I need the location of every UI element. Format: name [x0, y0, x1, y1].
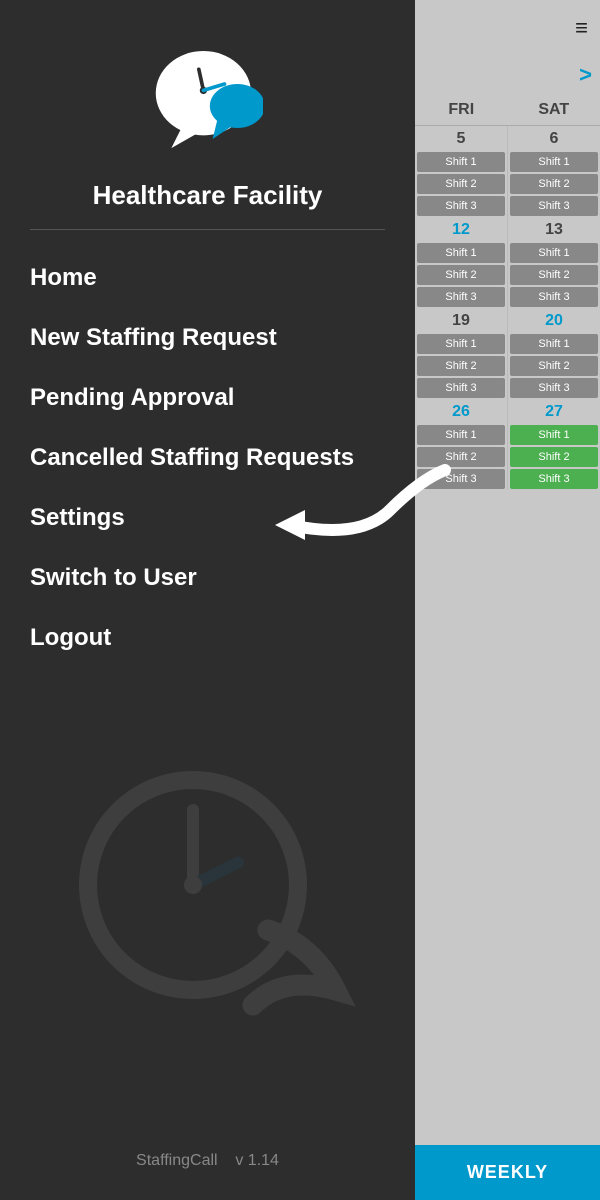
cal-date-3-0: 26	[415, 399, 507, 424]
cal-shift-3-1-1[interactable]: Shift 2	[510, 447, 598, 467]
cal-shift-2-1-2[interactable]: Shift 3	[510, 378, 598, 398]
sidebar-item-cancelled-staffing-requests[interactable]: Cancelled Staffing Requests	[0, 428, 415, 488]
sidebar-item-switch-to-user[interactable]: Switch to User	[0, 548, 415, 608]
app-layout: Healthcare Facility Home New Staffing Re…	[0, 0, 600, 1200]
sidebar-item-home[interactable]: Home	[0, 248, 415, 308]
calendar-week-3: 26Shift 1Shift 2Shift 327Shift 1Shift 2S…	[415, 399, 600, 490]
cal-shift-0-0-0[interactable]: Shift 1	[417, 152, 505, 172]
col-header-sat: SAT	[508, 95, 600, 125]
weekly-tab[interactable]: WEEKLY	[415, 1145, 600, 1200]
cal-shift-1-1-2[interactable]: Shift 3	[510, 287, 598, 307]
cal-date-3-1: 27	[508, 399, 600, 424]
calendar-week-2: 19Shift 1Shift 2Shift 320Shift 1Shift 2S…	[415, 308, 600, 399]
cal-date-1-1: 13	[508, 217, 600, 242]
cal-shift-1-1-0[interactable]: Shift 1	[510, 243, 598, 263]
sidebar-item-settings[interactable]: Settings	[0, 488, 415, 548]
cal-day-3-0[interactable]: 26Shift 1Shift 2Shift 3	[415, 399, 508, 490]
app-logo	[153, 40, 263, 150]
cal-shift-3-1-2[interactable]: Shift 3	[510, 469, 598, 489]
cal-shift-3-1-0[interactable]: Shift 1	[510, 425, 598, 445]
sidebar: Healthcare Facility Home New Staffing Re…	[0, 0, 415, 1200]
menu-icon[interactable]: ≡	[575, 15, 588, 41]
sidebar-item-logout[interactable]: Logout	[0, 608, 415, 668]
cal-day-1-0[interactable]: 12Shift 1Shift 2Shift 3	[415, 217, 508, 308]
sidebar-item-new-staffing-request[interactable]: New Staffing Request	[0, 308, 415, 368]
col-header-fri: FRI	[415, 95, 508, 125]
nav-menu: Home New Staffing Request Pending Approv…	[0, 248, 415, 668]
version-info: StaffingCall v 1.14	[0, 1132, 415, 1200]
cal-shift-3-0-1[interactable]: Shift 2	[417, 447, 505, 467]
cal-date-2-0: 19	[415, 308, 507, 333]
calendar-topbar: ≡	[415, 0, 600, 55]
facility-name: Healthcare Facility	[0, 170, 415, 211]
calendar-week-0: 5Shift 1Shift 2Shift 36Shift 1Shift 2Shi…	[415, 126, 600, 217]
cal-day-2-1[interactable]: 20Shift 1Shift 2Shift 3	[508, 308, 600, 399]
calendar-weeks: 5Shift 1Shift 2Shift 36Shift 1Shift 2Shi…	[415, 126, 600, 490]
calendar-next-arrow[interactable]: >	[579, 62, 592, 88]
cal-date-0-0: 5	[415, 126, 507, 151]
cal-date-0-1: 6	[508, 126, 600, 151]
calendar-nav: >	[415, 55, 600, 95]
cal-shift-3-0-0[interactable]: Shift 1	[417, 425, 505, 445]
cal-shift-2-0-1[interactable]: Shift 2	[417, 356, 505, 376]
cal-day-2-0[interactable]: 19Shift 1Shift 2Shift 3	[415, 308, 508, 399]
calendar-week-1: 12Shift 1Shift 2Shift 313Shift 1Shift 2S…	[415, 217, 600, 308]
cal-shift-0-0-1[interactable]: Shift 2	[417, 174, 505, 194]
cal-date-1-0: 12	[415, 217, 507, 242]
cal-shift-0-0-2[interactable]: Shift 3	[417, 196, 505, 216]
cal-day-0-1[interactable]: 6Shift 1Shift 2Shift 3	[508, 126, 600, 217]
calendar-column-headers: FRI SAT	[415, 95, 600, 126]
sidebar-item-pending-approval[interactable]: Pending Approval	[0, 368, 415, 428]
cal-shift-2-1-0[interactable]: Shift 1	[510, 334, 598, 354]
cal-shift-1-0-2[interactable]: Shift 3	[417, 287, 505, 307]
cal-day-3-1[interactable]: 27Shift 1Shift 2Shift 3	[508, 399, 600, 490]
cal-shift-1-1-1[interactable]: Shift 2	[510, 265, 598, 285]
cal-shift-0-1-1[interactable]: Shift 2	[510, 174, 598, 194]
cal-shift-2-0-2[interactable]: Shift 3	[417, 378, 505, 398]
logo-area	[0, 0, 415, 170]
watermark	[58, 750, 358, 1050]
cal-shift-0-1-0[interactable]: Shift 1	[510, 152, 598, 172]
cal-shift-0-1-2[interactable]: Shift 3	[510, 196, 598, 216]
cal-shift-1-0-1[interactable]: Shift 2	[417, 265, 505, 285]
cal-date-2-1: 20	[508, 308, 600, 333]
cal-shift-3-0-2[interactable]: Shift 3	[417, 469, 505, 489]
cal-shift-2-0-0[interactable]: Shift 1	[417, 334, 505, 354]
calendar-panel: ≡ > FRI SAT 5Shift 1Shift 2Shift 36Shift…	[415, 0, 600, 1200]
cal-day-1-1[interactable]: 13Shift 1Shift 2Shift 3	[508, 217, 600, 308]
cal-shift-1-0-0[interactable]: Shift 1	[417, 243, 505, 263]
cal-day-0-0[interactable]: 5Shift 1Shift 2Shift 3	[415, 126, 508, 217]
sidebar-divider	[30, 229, 385, 230]
cal-shift-2-1-1[interactable]: Shift 2	[510, 356, 598, 376]
